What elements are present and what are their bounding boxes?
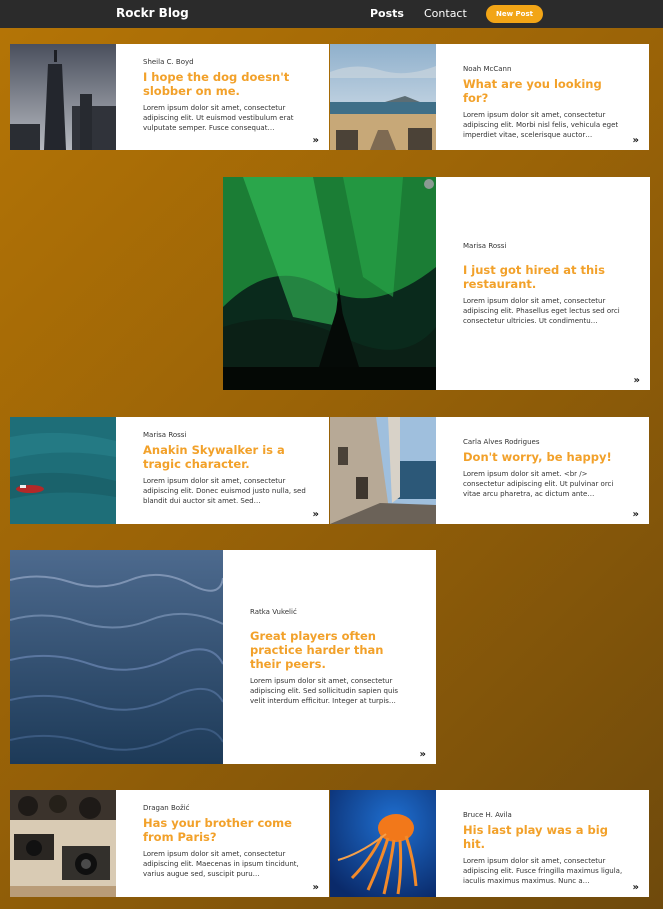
post-image-beach (330, 44, 436, 150)
double-chevron-right-icon[interactable]: » (634, 375, 640, 386)
navbar: Rockr Blog Posts Contact New Post (0, 0, 663, 28)
post-card[interactable]: Marisa Rossi I just got hired at this re… (223, 177, 650, 390)
post-title[interactable]: Has your brother come from Paris? (143, 816, 307, 844)
post-title[interactable]: Great players often practice harder than… (250, 629, 414, 671)
post-title[interactable]: I just got hired at this restaurant. (463, 263, 628, 291)
post-body: Sheila C. Boyd I hope the dog doesn't sl… (116, 44, 329, 150)
post-card[interactable]: Bruce H. Avila His last play was a big h… (330, 790, 649, 897)
post-body: Noah McCann What are you looking for? Lo… (436, 44, 649, 150)
double-chevron-right-icon[interactable]: » (633, 135, 639, 146)
post-excerpt: Lorem ipsum dolor sit amet, consectetur … (143, 850, 299, 878)
post-title[interactable]: Don't worry, be happy! (463, 450, 627, 464)
nav-link-contact[interactable]: Contact (424, 7, 467, 20)
post-title[interactable]: I hope the dog doesn't slobber on me. (143, 70, 307, 98)
post-author: Dragan Božić (143, 804, 190, 812)
post-image-city (10, 44, 116, 150)
double-chevron-right-icon[interactable]: » (420, 749, 426, 760)
post-card[interactable]: Carla Alves Rodrigues Don't worry, be ha… (330, 417, 649, 524)
post-image-boat (10, 417, 116, 524)
double-chevron-right-icon[interactable]: » (633, 509, 639, 520)
post-author: Noah McCann (463, 65, 512, 73)
post-body: Bruce H. Avila His last play was a big h… (436, 790, 649, 897)
post-body: Carla Alves Rodrigues Don't worry, be ha… (436, 417, 649, 524)
double-chevron-right-icon[interactable]: » (313, 509, 319, 520)
post-body: Marisa Rossi I just got hired at this re… (436, 177, 650, 390)
post-body: Ratka Vukelić Great players often practi… (223, 550, 436, 764)
brand-logo[interactable]: Rockr Blog (116, 6, 189, 20)
post-excerpt: Lorem ipsum dolor sit amet, consectetur … (463, 111, 619, 139)
post-excerpt: Lorem ipsum dolor sit amet, consectetur … (463, 857, 623, 885)
post-title[interactable]: What are you looking for? (463, 77, 627, 105)
post-title[interactable]: His last play was a big hit. (463, 823, 627, 851)
post-author: Ratka Vukelić (250, 608, 297, 616)
post-card[interactable]: Ratka Vukelić Great players often practi… (10, 550, 436, 764)
new-post-button[interactable]: New Post (486, 5, 543, 23)
double-chevron-right-icon[interactable]: » (313, 135, 319, 146)
post-image-ocean (10, 550, 223, 764)
post-card[interactable]: Noah McCann What are you looking for? Lo… (330, 44, 649, 150)
post-title[interactable]: Anakin Skywalker is a tragic character. (143, 443, 307, 471)
post-image-jellyfish (330, 790, 436, 897)
nav-link-posts[interactable]: Posts (370, 7, 404, 20)
post-image-alley (330, 417, 436, 524)
post-author: Sheila C. Boyd (143, 58, 194, 66)
post-image-aurora (223, 177, 436, 390)
post-excerpt: Lorem ipsum dolor sit amet, consectetur … (250, 677, 398, 705)
double-chevron-right-icon[interactable]: » (313, 882, 319, 893)
post-author: Marisa Rossi (143, 431, 187, 439)
post-excerpt: Lorem ipsum dolor sit amet, consectetur … (143, 104, 294, 132)
post-card[interactable]: Dragan Božić Has your brother come from … (10, 790, 329, 897)
double-chevron-right-icon[interactable]: » (633, 882, 639, 893)
post-card[interactable]: Sheila C. Boyd I hope the dog doesn't sl… (10, 44, 329, 150)
post-excerpt: Lorem ipsum dolor sit amet, consectetur … (463, 296, 620, 325)
post-body: Dragan Božić Has your brother come from … (116, 790, 329, 897)
post-image-cameras (10, 790, 116, 897)
post-author: Bruce H. Avila (463, 811, 512, 819)
post-author: Carla Alves Rodrigues (463, 438, 540, 446)
post-body: Marisa Rossi Anakin Skywalker is a tragi… (116, 417, 329, 524)
post-author: Marisa Rossi (463, 241, 507, 250)
post-excerpt: Lorem ipsum dolor sit amet. <br /> conse… (463, 470, 614, 498)
post-card[interactable]: Marisa Rossi Anakin Skywalker is a tragi… (10, 417, 329, 524)
post-excerpt: Lorem ipsum dolor sit amet, consectetur … (143, 477, 306, 505)
